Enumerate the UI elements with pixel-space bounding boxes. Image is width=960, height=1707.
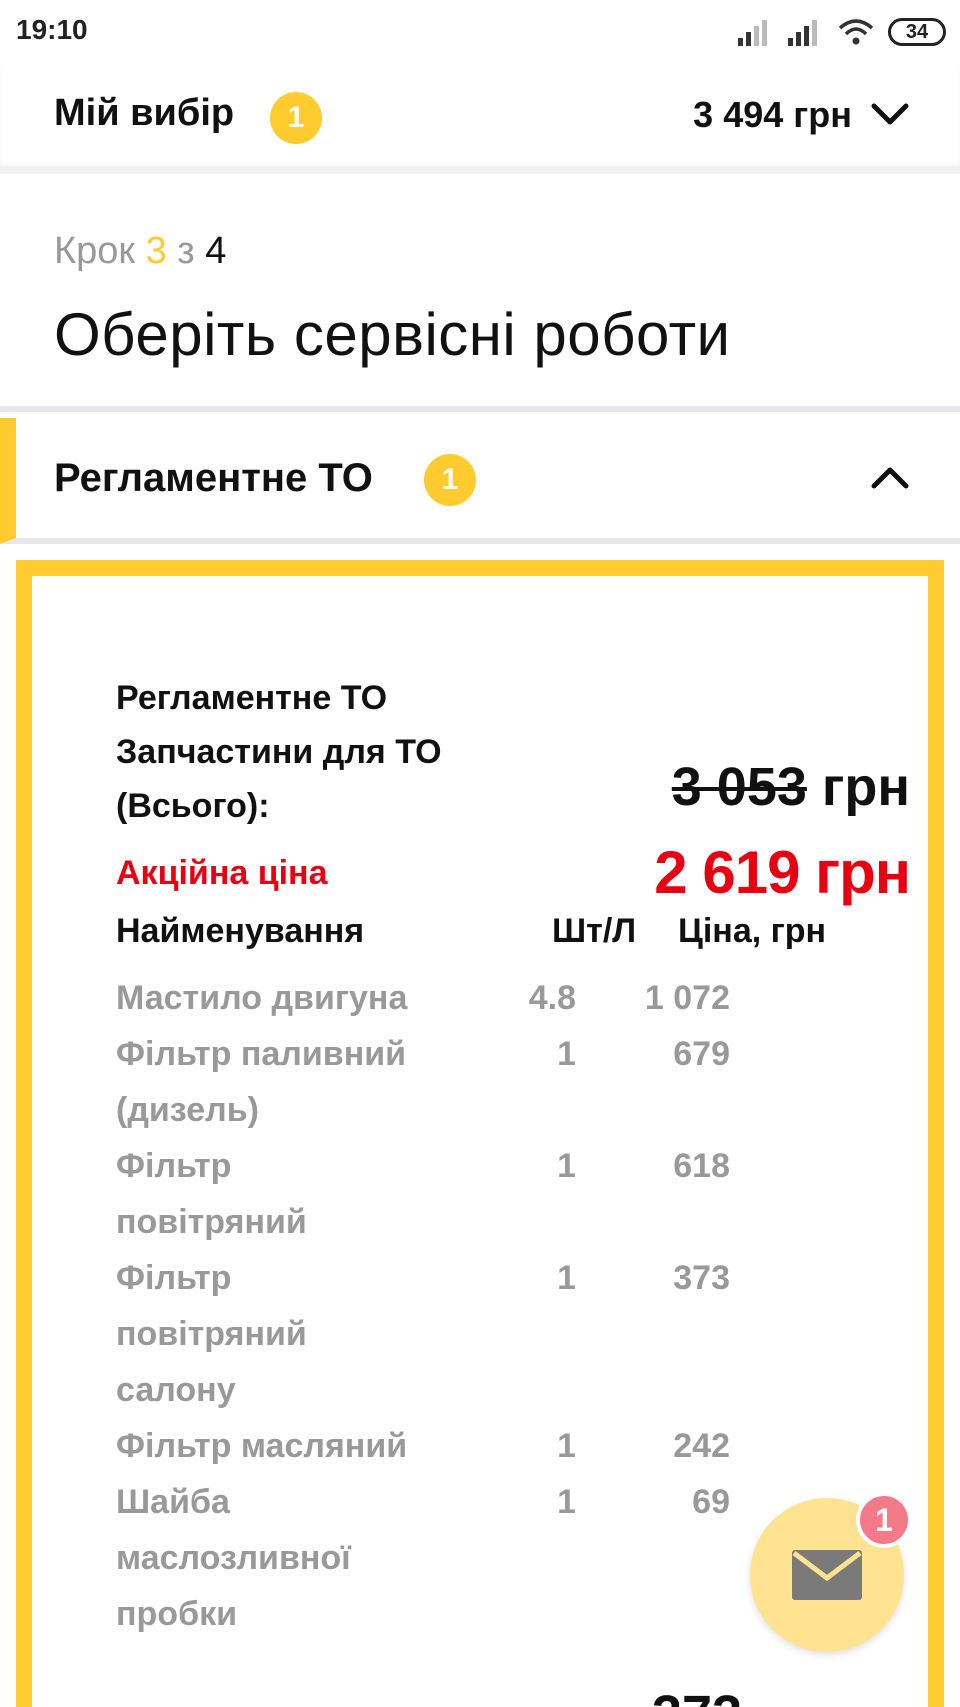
row-qty: 1	[557, 1259, 576, 1297]
signal-icon	[738, 20, 767, 46]
row-name: Фільтр	[116, 1147, 232, 1185]
step-total: 4	[205, 230, 227, 272]
status-icons: 34	[738, 14, 946, 50]
table-row: Фільтр повітряний салону 1 373	[116, 1250, 756, 1418]
promo-price: 2 619 грн	[654, 839, 911, 906]
table-row: Шайба маслозливної пробки 1 69	[116, 1474, 756, 1642]
row-name: Фільтр	[116, 1259, 232, 1297]
card-label-line2: Запчастини для ТО	[116, 733, 442, 771]
row-qty: 1	[557, 1035, 576, 1073]
row-name: Фільтр паливний	[116, 1035, 407, 1073]
step-indicator: Крок 3 з 4	[54, 230, 226, 273]
row-price: 1 072	[644, 979, 730, 1017]
battery-level: 34	[905, 20, 929, 43]
table-header-qty: Шт/Л	[552, 912, 637, 950]
table-row: Фільтр масляний 1 242	[116, 1418, 756, 1474]
chevron-up-icon[interactable]	[870, 462, 910, 492]
battery-icon: 34	[888, 18, 946, 46]
row-name: повітряний	[116, 1315, 307, 1353]
accordion-badge: 1	[424, 454, 476, 506]
accordion-title: Регламентне ТО	[54, 456, 373, 500]
row-name: Шайба	[116, 1483, 230, 1521]
row-qty: 1	[557, 1483, 576, 1521]
row-qty: 1	[557, 1427, 576, 1465]
bottom-partial-price: 373	[652, 1684, 742, 1707]
my-choice-title: Мій вибір	[54, 92, 235, 134]
step-separator: з	[177, 230, 195, 272]
row-name: повітряний	[116, 1203, 307, 1241]
my-choice-bar[interactable]: Мій вибір 1 3 494 грн	[0, 64, 960, 174]
accordion-regular-maintenance[interactable]: Регламентне ТО 1	[0, 418, 960, 544]
row-name: Фільтр масляний	[116, 1427, 408, 1465]
table-row: Мастило двигуна 4.8 1 072	[116, 970, 756, 1026]
step-current: 3	[145, 230, 167, 272]
mail-badge: 1	[856, 1492, 912, 1548]
wifi-icon	[838, 19, 874, 45]
row-name: маслозливної	[116, 1539, 351, 1577]
step-prefix: Крок	[54, 230, 136, 272]
row-price: 69	[692, 1483, 730, 1521]
table-header-price: Ціна, грн	[678, 912, 827, 950]
table-header-name: Найменування	[116, 912, 365, 950]
row-name: пробки	[116, 1595, 237, 1633]
row-price: 373	[673, 1259, 730, 1297]
card-label-line3: (Всього):	[116, 787, 270, 825]
my-choice-badge: 1	[270, 92, 322, 144]
parts-table: Мастило двигуна 4.8 1 072 Фільтр паливни…	[116, 970, 756, 1642]
row-qty: 1	[557, 1147, 576, 1185]
row-name: салону	[116, 1371, 236, 1409]
my-choice-total: 3 494 грн	[693, 94, 852, 135]
signal-icon-2	[788, 20, 817, 46]
table-row: Фільтр паливний (дизель) 1 679	[116, 1026, 756, 1138]
status-bar: 19:10 34	[0, 0, 960, 64]
row-price: 679	[673, 1035, 730, 1073]
promo-label: Акційна ціна	[116, 854, 328, 892]
page-title: Оберіть сервісні роботи	[54, 301, 731, 368]
row-name: (дизель)	[116, 1091, 259, 1129]
row-price: 242	[673, 1427, 730, 1465]
row-name: Мастило двигуна	[116, 979, 408, 1017]
card-label-line1: Регламентне ТО	[116, 679, 388, 717]
row-price: 618	[673, 1147, 730, 1185]
row-qty: 4.8	[528, 979, 576, 1017]
old-price-currency: грн	[821, 757, 910, 817]
step-section: Крок 3 з 4 Оберіть сервісні роботи	[0, 182, 960, 412]
chevron-down-icon[interactable]	[870, 100, 910, 130]
mail-icon	[792, 1550, 862, 1600]
table-row: Фільтр повітряний 1 618	[116, 1138, 756, 1250]
old-price: 3 053 грн	[672, 756, 910, 818]
status-time: 19:10	[16, 14, 88, 45]
old-price-value: 3 053	[671, 757, 807, 817]
